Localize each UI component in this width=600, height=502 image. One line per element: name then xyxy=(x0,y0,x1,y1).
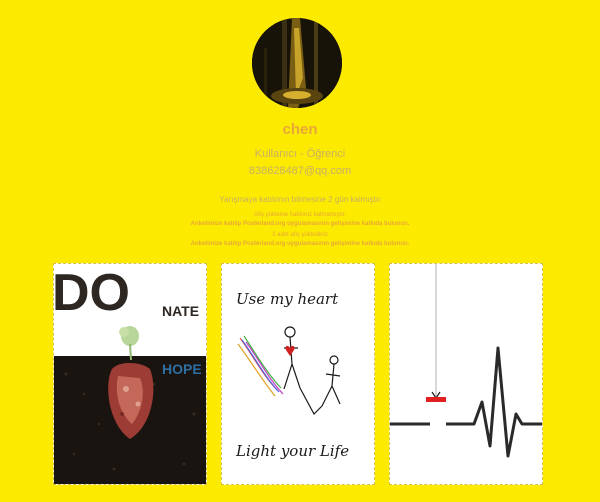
contest-days-left-notice: Yarışmaya katılımın bitmesine 2 gün kalm… xyxy=(219,195,381,204)
profile-role: Kullanıcı - Öğrenci xyxy=(254,148,346,160)
profile-email: 838628487@qq.com xyxy=(248,165,352,177)
survey-link-1[interactable]: Anketimize katılıp Posterland.org uygula… xyxy=(0,221,600,227)
poster-card-1[interactable]: DO NATE HOPE xyxy=(53,263,207,485)
upload-limit-notice: Afiş yükleme hakkınız kalmamıştır. xyxy=(253,212,347,218)
poster-2-text-bottom: Light your Life xyxy=(235,442,349,460)
survey-link-2[interactable]: Anketimize katılıp Posterland.org uygula… xyxy=(0,241,600,247)
profile-username: chen xyxy=(282,121,318,138)
poster-1-word-hope: HOPE xyxy=(162,361,202,377)
poster-1-word-nate: NATE xyxy=(162,303,199,319)
poster-2-text-top: Use my heart xyxy=(236,290,339,308)
poster-card-3[interactable] xyxy=(389,263,543,485)
poster-1-word-do: DO xyxy=(54,264,130,322)
poster-card-2[interactable]: Use my heart Light your Life xyxy=(221,263,375,485)
uploaded-count-notice: 3 adet afiş yüklediniz xyxy=(272,232,328,238)
profile-avatar[interactable] xyxy=(252,18,342,108)
